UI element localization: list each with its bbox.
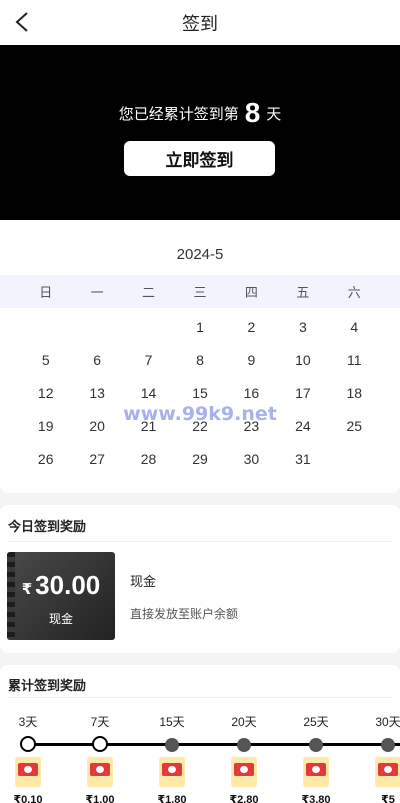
- red-envelope-icon[interactable]: [375, 757, 400, 787]
- calendar-day[interactable]: 14: [123, 376, 174, 409]
- milestone-amount: ₹5: [381, 794, 395, 803]
- weekday-label: 六: [347, 285, 361, 300]
- red-envelope-icon[interactable]: [87, 757, 113, 787]
- calendar-day[interactable]: 23: [226, 409, 277, 442]
- milestone-label: 15天: [159, 715, 185, 729]
- red-envelope-icon[interactable]: [15, 757, 41, 787]
- calendar-day[interactable]: 20: [71, 409, 122, 442]
- cumulative-reward-section: 累计签到奖励 3天 ₹0.10 7天 ₹1.00 15天 ₹1.80 20天 ₹2.80 25天…: [0, 665, 400, 803]
- cumulative-reward-title: 累计签到奖励: [8, 678, 87, 693]
- page-title: 签到: [182, 13, 218, 34]
- milestone-label: 20天: [231, 715, 257, 729]
- calendar-day[interactable]: 27: [71, 442, 122, 475]
- milestone-amount: ₹1.00: [85, 794, 115, 803]
- calendar-day[interactable]: 28: [123, 442, 174, 475]
- chevron-left-icon: [15, 12, 28, 32]
- weekday-label: 日: [39, 285, 53, 300]
- calendar-empty-cell: [20, 310, 71, 343]
- calendar-month: 2024-5: [176, 246, 224, 263]
- today-reward-title: 今日签到奖励: [8, 519, 87, 534]
- milestone-label: 30天: [375, 715, 400, 729]
- milestone-node: [165, 738, 179, 752]
- calendar-day[interactable]: 6: [71, 343, 122, 376]
- calendar-day[interactable]: 24: [277, 409, 328, 442]
- reward-value: 30.00: [35, 570, 101, 600]
- streak-days: 8: [244, 97, 261, 128]
- calendar-day[interactable]: 19: [20, 409, 71, 442]
- calendar-day[interactable]: 15: [174, 376, 225, 409]
- progress-line: [28, 743, 400, 746]
- milestone-label: 25天: [303, 715, 329, 729]
- streak-prefix: 您已经累计签到第: [118, 106, 239, 123]
- reward-type: 现金: [48, 612, 73, 626]
- calendar-empty-cell: [71, 310, 122, 343]
- calendar-day[interactable]: 31: [277, 442, 328, 475]
- streak-suffix: 天: [266, 106, 282, 123]
- calendar-day[interactable]: 18: [329, 376, 380, 409]
- back-button[interactable]: [8, 8, 36, 36]
- divider: [8, 697, 392, 698]
- sign-in-button[interactable]: 立即签到: [124, 141, 275, 176]
- calendar-day[interactable]: 26: [20, 442, 71, 475]
- weekday-label: 二: [142, 285, 156, 300]
- calendar-day[interactable]: 22: [174, 409, 225, 442]
- calendar-day[interactable]: 5: [20, 343, 71, 376]
- red-envelope-icon[interactable]: [231, 757, 257, 787]
- today-reward-section: 今日签到奖励 ₹30.00 现金 现金 直接发放至账户余额: [0, 505, 400, 653]
- weekday-label: 三: [193, 285, 207, 300]
- calendar-day[interactable]: 21: [123, 409, 174, 442]
- calendar-day[interactable]: 8: [174, 343, 225, 376]
- calendar-day[interactable]: 30: [226, 442, 277, 475]
- calendar-day[interactable]: 9: [226, 343, 277, 376]
- milestone-label: 3天: [18, 715, 38, 729]
- calendar-day[interactable]: 13: [71, 376, 122, 409]
- calendar-day[interactable]: 25: [329, 409, 380, 442]
- reward-amount: ₹30.00: [7, 570, 115, 601]
- red-envelope-icon[interactable]: [159, 757, 185, 787]
- reward-description: 直接发放至账户余额: [130, 607, 239, 621]
- calendar-day[interactable]: 11: [329, 343, 380, 376]
- header-bar: 签到: [0, 0, 400, 45]
- weekday-label: 四: [244, 285, 258, 300]
- calendar-day[interactable]: 3: [277, 310, 328, 343]
- reward-coupon: ₹30.00 现金: [7, 552, 115, 640]
- calendar-day[interactable]: 7: [123, 343, 174, 376]
- calendar-empty-cell: [123, 310, 174, 343]
- milestone-amount: ₹3.80: [301, 794, 331, 803]
- calendar-day[interactable]: 17: [277, 376, 328, 409]
- calendar-day[interactable]: 12: [20, 376, 71, 409]
- calendar: 2024-5 日一二三四五六 1 2 3 4 5 6 7 8 9 10 11 12 13 14 15 16 17…: [0, 220, 400, 493]
- calendar-day[interactable]: 10: [277, 343, 328, 376]
- currency-symbol: ₹: [21, 581, 33, 598]
- milestone-amount: ₹0.10: [13, 794, 43, 803]
- milestone-node: [237, 738, 251, 752]
- milestone-amount: ₹1.80: [157, 794, 187, 803]
- reward-name: 现金: [130, 574, 157, 589]
- calendar-day[interactable]: 29: [174, 442, 225, 475]
- calendar-days: 1 2 3 4 5 6 7 8 9 10 11 12 13 14 15 16 17 18 19 20 21 22 23 24 2…: [0, 310, 400, 475]
- milestone-node: [309, 738, 323, 752]
- weekday-label: 五: [296, 285, 310, 300]
- calendar-day[interactable]: 16: [226, 376, 277, 409]
- milestone-node: [381, 738, 395, 752]
- milestone-label: 7天: [90, 715, 110, 729]
- calendar-day[interactable]: 1: [174, 310, 225, 343]
- calendar-day[interactable]: 4: [329, 310, 380, 343]
- weekday-header: 日一二三四五六: [0, 275, 400, 308]
- red-envelope-icon[interactable]: [303, 757, 329, 787]
- milestone-node: [20, 736, 36, 752]
- divider: [8, 541, 392, 542]
- milestone-node: [92, 736, 108, 752]
- weekday-label: 一: [90, 285, 104, 300]
- streak-text: 您已经累计签到第 8 天: [0, 97, 400, 129]
- calendar-day[interactable]: 2: [226, 310, 277, 343]
- milestone-amount: ₹2.80: [229, 794, 259, 803]
- sign-in-banner: 您已经累计签到第 8 天 立即签到: [0, 45, 400, 220]
